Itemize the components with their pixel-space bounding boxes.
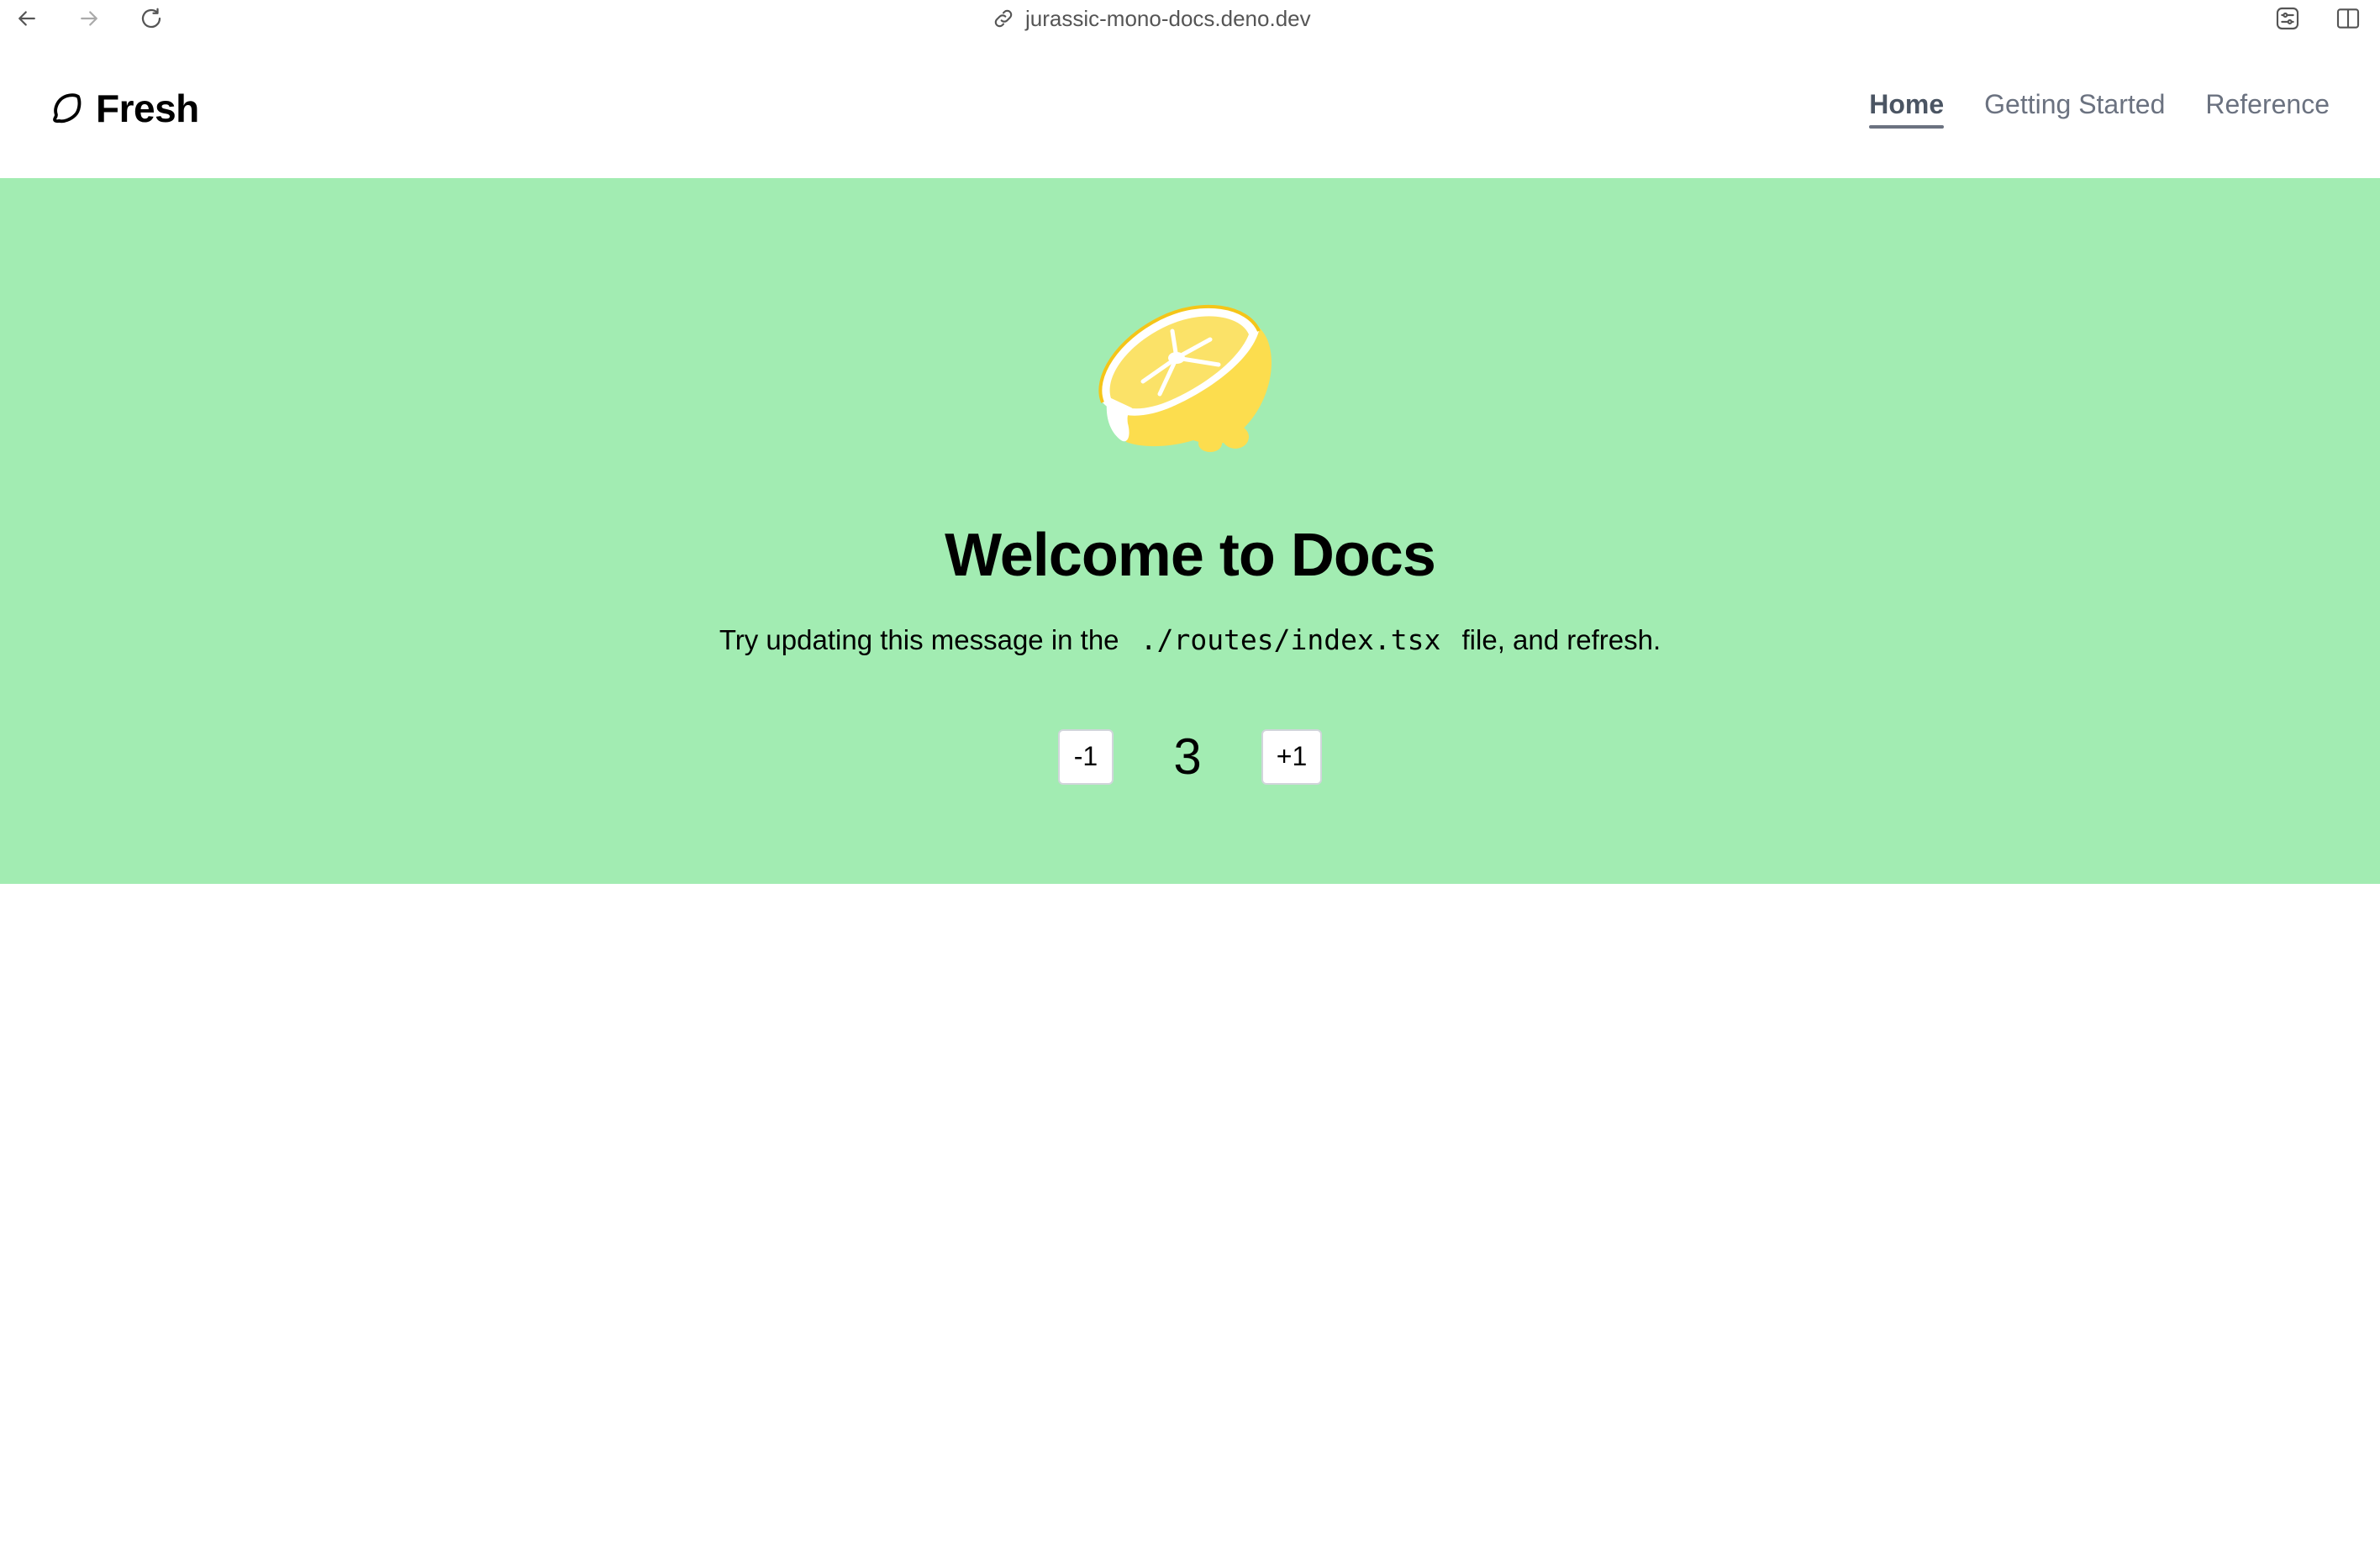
link-icon bbox=[994, 9, 1013, 28]
subtitle-text-before: Try updating this message in the bbox=[719, 624, 1119, 655]
page-title: Welcome to Docs bbox=[945, 522, 1436, 589]
split-view-icon bbox=[2336, 8, 2360, 29]
sidebar-toggle-button[interactable] bbox=[2333, 3, 2363, 34]
counter-widget: -1 3 +1 bbox=[0, 728, 2380, 786]
arrow-right-icon bbox=[81, 11, 97, 26]
hero-subtitle: Try updating this message in the ./route… bbox=[0, 623, 2380, 656]
subtitle-text-after: file, and refresh. bbox=[1461, 624, 1661, 655]
brand-name: Fresh bbox=[96, 87, 199, 130]
lemon-logo-icon bbox=[1098, 304, 1272, 452]
nav-item-getting-started[interactable]: Getting Started bbox=[1984, 89, 2165, 129]
address-bar[interactable]: jurassic-mono-docs.deno.dev bbox=[992, 3, 1311, 34]
brand-link[interactable]: Fresh bbox=[49, 86, 199, 131]
url-text: jurassic-mono-docs.deno.dev bbox=[1025, 5, 1311, 31]
nav-item-home[interactable]: Home bbox=[1869, 89, 1944, 129]
reload-icon bbox=[141, 8, 161, 29]
reload-button[interactable] bbox=[136, 3, 166, 34]
sliders-icon bbox=[2276, 7, 2299, 30]
forward-button[interactable] bbox=[74, 3, 104, 34]
main-nav: Home Getting Started Reference bbox=[1869, 89, 2330, 129]
lemon-outline-icon bbox=[53, 93, 82, 124]
counter-value: 3 bbox=[1173, 728, 1202, 785]
back-button[interactable] bbox=[12, 3, 42, 34]
hero-section: Welcome to Docs Try updating this messag… bbox=[0, 178, 2380, 884]
arrow-left-icon bbox=[18, 11, 35, 26]
extensions-button[interactable] bbox=[2272, 3, 2303, 34]
file-path-code: ./routes/index.tsx bbox=[1140, 623, 1441, 656]
site-header: Fresh Home Getting Started Reference bbox=[0, 37, 2380, 178]
nav-item-reference[interactable]: Reference bbox=[2205, 89, 2330, 129]
increment-button[interactable]: +1 bbox=[1261, 728, 1322, 785]
browser-toolbar: jurassic-mono-docs.deno.dev bbox=[0, 0, 2380, 37]
decrement-button[interactable]: -1 bbox=[1058, 728, 1114, 785]
